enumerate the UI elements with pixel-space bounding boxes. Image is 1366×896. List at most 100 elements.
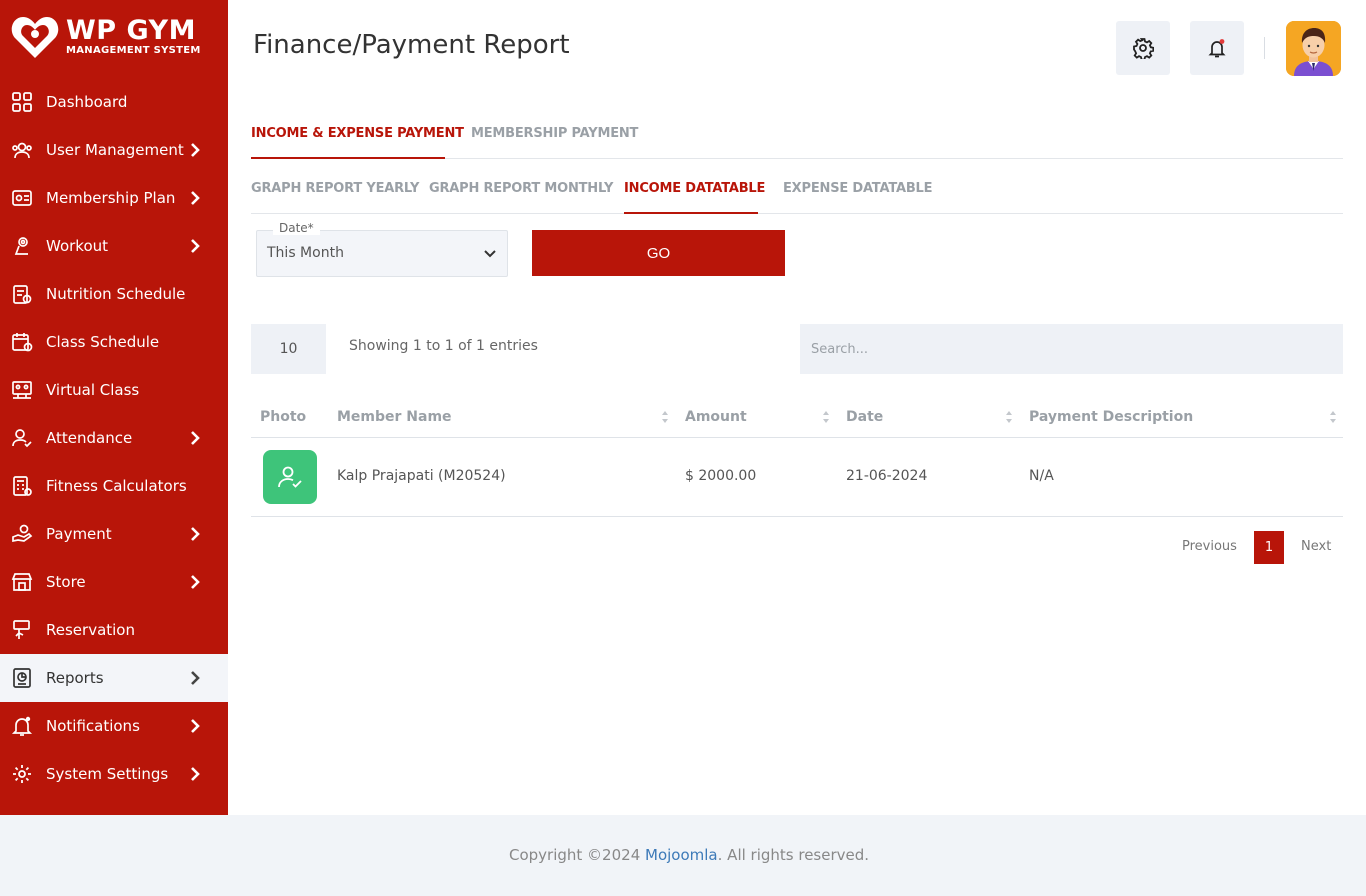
- sort-icon[interactable]: [661, 410, 669, 424]
- chevron-right-icon: [191, 527, 200, 541]
- tab-income-datatable[interactable]: INCOME DATATABLE: [624, 181, 765, 196]
- workout-icon: [11, 235, 33, 257]
- sidebar-item-payment[interactable]: Payment: [0, 510, 228, 558]
- header-divider: [1264, 37, 1265, 59]
- sort-icon[interactable]: [822, 410, 830, 424]
- secondary-tabs: GRAPH REPORT YEARLY GRAPH REPORT MONTHLY…: [251, 173, 1343, 214]
- mojoomla-link[interactable]: Mojoomla: [645, 846, 718, 864]
- sidebar-item-class-schedule[interactable]: Class Schedule: [0, 318, 228, 366]
- sort-icon[interactable]: [1329, 410, 1337, 424]
- sidebar-item-label: Nutrition Schedule: [46, 285, 186, 303]
- member-name-cell: Kalp Prajapati (M20524): [337, 468, 506, 484]
- notifications-button[interactable]: [1190, 21, 1244, 75]
- sidebar: WP GYM MANAGEMENT SYSTEM Dashboard User …: [0, 0, 228, 815]
- sidebar-item-label: Dashboard: [46, 93, 128, 111]
- bell-icon: [11, 715, 33, 737]
- chevron-right-icon: [191, 431, 200, 445]
- page-length-select[interactable]: 10: [251, 324, 326, 374]
- chevron-right-icon: [191, 575, 200, 589]
- sidebar-item-label: Reservation: [46, 621, 135, 639]
- column-header-member-name[interactable]: Member Name: [337, 409, 452, 425]
- sidebar-item-label: Store: [46, 573, 86, 591]
- bell-icon: [1208, 39, 1226, 58]
- sidebar-item-fitness-calculators[interactable]: Fitness Calculators: [0, 462, 228, 510]
- tab-income-expense-payment[interactable]: INCOME & EXPENSE PAYMENT: [251, 126, 464, 141]
- membership-card-icon: [11, 187, 33, 209]
- user-check-icon: [278, 466, 302, 488]
- column-header-amount[interactable]: Amount: [685, 409, 747, 425]
- sidebar-nav: Dashboard User Management Membership Pla…: [0, 78, 228, 798]
- date-select[interactable]: This Month: [256, 230, 508, 277]
- date-label: Date*: [273, 221, 320, 235]
- settings-button[interactable]: [1116, 21, 1170, 75]
- pagination-page-1[interactable]: 1: [1254, 531, 1284, 564]
- member-photo: [263, 450, 317, 504]
- nutrition-icon: [11, 283, 33, 305]
- calculator-icon: [11, 475, 33, 497]
- tab-membership-payment[interactable]: MEMBERSHIP PAYMENT: [471, 126, 638, 141]
- sidebar-item-label: Class Schedule: [46, 333, 160, 351]
- sidebar-item-label: Fitness Calculators: [46, 477, 187, 495]
- sidebar-item-label: Workout: [46, 237, 109, 255]
- user-avatar[interactable]: [1286, 21, 1341, 76]
- user-avatar-icon: [1286, 21, 1341, 76]
- chevron-right-icon: [191, 143, 200, 157]
- sidebar-item-membership-plan[interactable]: Membership Plan: [0, 174, 228, 222]
- brand-logo[interactable]: WP GYM MANAGEMENT SYSTEM: [10, 12, 220, 62]
- sidebar-item-system-settings[interactable]: System Settings: [0, 750, 228, 798]
- primary-tabs: INCOME & EXPENSE PAYMENT MEMBERSHIP PAYM…: [251, 118, 1343, 159]
- sidebar-item-virtual-class[interactable]: Virtual Class: [0, 366, 228, 414]
- table-info: Showing 1 to 1 of 1 entries: [349, 338, 538, 354]
- sidebar-item-attendance[interactable]: Attendance: [0, 414, 228, 462]
- sidebar-item-label: Membership Plan: [46, 189, 176, 207]
- calendar-icon: [11, 331, 33, 353]
- search-input[interactable]: [800, 324, 1343, 374]
- sidebar-item-dashboard[interactable]: Dashboard: [0, 78, 228, 126]
- sidebar-item-store[interactable]: Store: [0, 558, 228, 606]
- page-title: Finance/Payment Report: [253, 30, 570, 60]
- sidebar-item-label: System Settings: [46, 765, 169, 783]
- reservation-icon: [11, 619, 33, 641]
- active-tab-indicator: [251, 157, 445, 159]
- sidebar-item-label: Attendance: [46, 429, 133, 447]
- table-row: Kalp Prajapati (M20524) $ 2000.00 21-06-…: [251, 438, 1343, 517]
- pagination-previous[interactable]: Previous: [1182, 539, 1237, 554]
- chevron-right-icon: [191, 239, 200, 253]
- tab-graph-report-yearly[interactable]: GRAPH REPORT YEARLY: [251, 181, 419, 196]
- description-cell: N/A: [1029, 468, 1054, 484]
- sidebar-item-label: Notifications: [46, 717, 140, 735]
- sidebar-item-label: User Management: [46, 141, 184, 159]
- column-header-date[interactable]: Date: [846, 409, 883, 425]
- virtual-class-icon: [11, 379, 33, 401]
- footer: Copyright ©2024 Mojoomla. All rights res…: [0, 815, 1366, 896]
- attendance-icon: [11, 427, 33, 449]
- tab-graph-report-monthly[interactable]: GRAPH REPORT MONTHLY: [429, 181, 613, 196]
- date-select-value: This Month: [267, 245, 344, 261]
- sidebar-item-reports[interactable]: Reports: [0, 654, 228, 702]
- copyright-text: Copyright ©2024 Mojoomla. All rights res…: [509, 846, 869, 864]
- sidebar-item-workout[interactable]: Workout: [0, 222, 228, 270]
- tab-expense-datatable[interactable]: EXPENSE DATATABLE: [783, 181, 933, 196]
- sort-icon[interactable]: [1005, 410, 1013, 424]
- column-header-photo: Photo: [260, 409, 307, 425]
- chevron-right-icon: [191, 767, 200, 781]
- brand-subtitle: MANAGEMENT SYSTEM: [66, 45, 201, 56]
- column-header-payment-description[interactable]: Payment Description: [1029, 409, 1193, 425]
- dashboard-icon: [11, 91, 33, 113]
- active-tab-indicator: [624, 212, 758, 214]
- go-button[interactable]: GO: [532, 230, 785, 276]
- sidebar-item-reservation[interactable]: Reservation: [0, 606, 228, 654]
- date-cell: 21-06-2024: [846, 468, 928, 484]
- heart-logo-icon: [10, 12, 60, 62]
- users-icon: [11, 139, 33, 161]
- brand-title: WP GYM: [66, 15, 196, 46]
- sidebar-item-nutrition-schedule[interactable]: Nutrition Schedule: [0, 270, 228, 318]
- copyright-suffix: . All rights reserved.: [717, 846, 870, 864]
- sidebar-item-label: Payment: [46, 525, 112, 543]
- chevron-right-icon: [191, 191, 200, 205]
- sidebar-item-user-management[interactable]: User Management: [0, 126, 228, 174]
- sidebar-item-notifications[interactable]: Notifications: [0, 702, 228, 750]
- sidebar-item-label: Virtual Class: [46, 381, 140, 399]
- chevron-right-icon: [191, 671, 200, 685]
- pagination-next[interactable]: Next: [1301, 539, 1331, 554]
